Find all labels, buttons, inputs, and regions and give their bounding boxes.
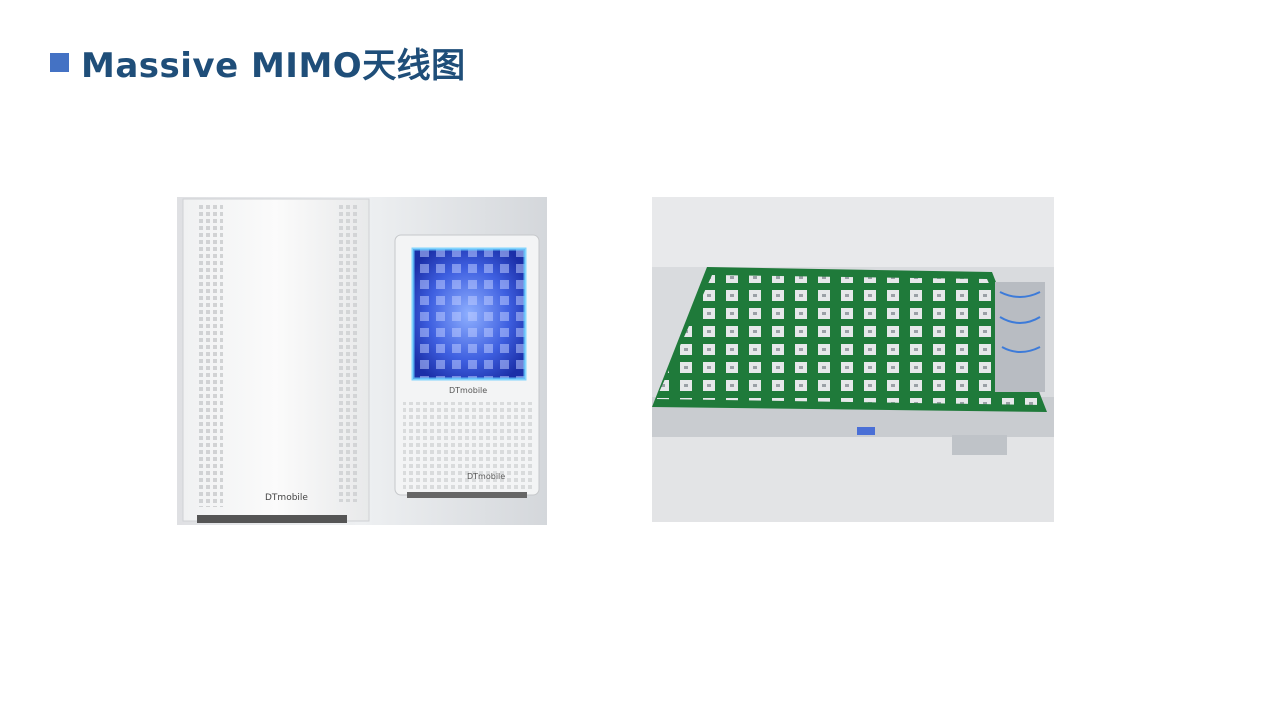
brand-label-2: DTmobile: [449, 386, 487, 395]
slide-title: Massive MIMO天线图: [50, 38, 466, 86]
antenna-array-board-photo: [652, 197, 1054, 522]
title-text: Massive MIMO天线图: [81, 45, 466, 86]
brand-label-3: DTmobile: [467, 472, 505, 481]
brand-label: DTmobile: [265, 493, 308, 503]
antenna-units-photo: DTmobile DTmobile DTmobile: [177, 197, 547, 525]
title-bullet-square: [50, 52, 69, 72]
